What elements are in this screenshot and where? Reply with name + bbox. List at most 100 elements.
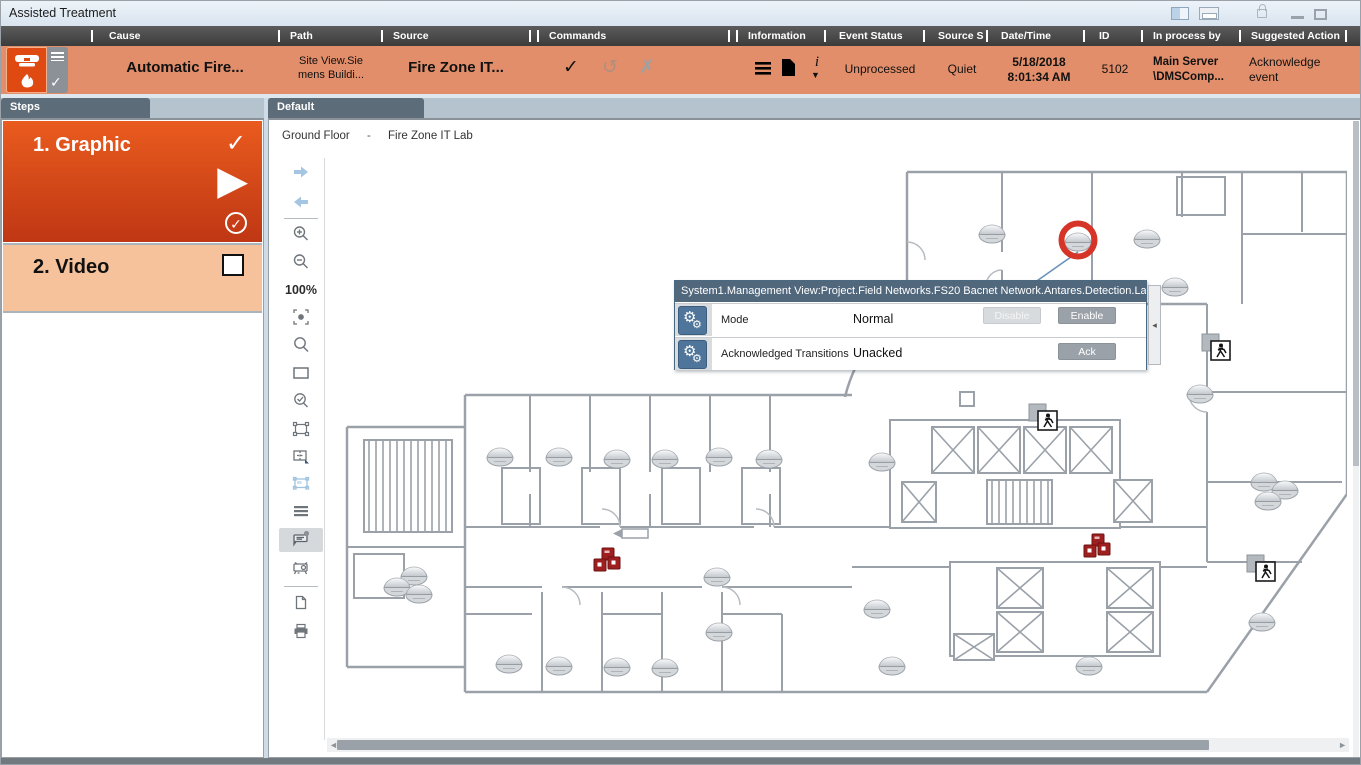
dock-layout-icon[interactable] xyxy=(1171,7,1189,20)
back-icon[interactable] xyxy=(279,193,323,217)
smoke-detector-icon[interactable] xyxy=(756,450,782,468)
smoke-detector-icon[interactable] xyxy=(652,450,678,468)
zoom-selection-icon[interactable] xyxy=(279,392,323,416)
viewport-icon[interactable] xyxy=(279,474,323,498)
property-icon-cell: ⚙ ⚙ xyxy=(675,338,712,370)
event-flags-strip: ✓ xyxy=(47,47,68,93)
info-dropdown-caret-icon[interactable]: ▼ xyxy=(811,70,820,80)
event-details-list-icon[interactable] xyxy=(755,62,771,75)
print-icon[interactable] xyxy=(279,622,323,646)
column-header-source-state[interactable]: Source S xyxy=(938,30,984,42)
acknowledge-command-icon[interactable]: ✓ xyxy=(563,56,579,79)
popup-collapse-arrow[interactable]: ◂ xyxy=(1148,285,1161,365)
smoke-detector-icon[interactable] xyxy=(604,658,630,676)
event-path[interactable]: Site View.Sie mens Buildi... xyxy=(281,54,381,82)
smoke-detector-icon[interactable] xyxy=(979,225,1005,243)
smoke-detector-icon[interactable] xyxy=(704,568,730,586)
event-list-header: Cause Path Source Commands Information E… xyxy=(1,26,1361,46)
smoke-detector-icon[interactable] xyxy=(496,655,522,673)
window-bottom-edge xyxy=(1,758,1361,765)
selection-handles-icon[interactable] xyxy=(279,420,323,444)
manual-call-point-icon[interactable] xyxy=(594,548,620,571)
manual-call-point-icon[interactable] xyxy=(1084,534,1110,557)
smoke-detector-icon[interactable] xyxy=(604,450,630,468)
scroll-right-icon[interactable]: ► xyxy=(1338,739,1347,751)
emergency-exit-icon[interactable] xyxy=(1247,555,1275,581)
view-rect-icon[interactable] xyxy=(279,364,323,388)
layers-icon[interactable] xyxy=(279,502,323,526)
lock-icon[interactable] xyxy=(1257,9,1267,18)
column-header-cause[interactable]: Cause xyxy=(109,30,141,42)
smoke-detector-icon[interactable] xyxy=(406,585,432,603)
forward-icon[interactable] xyxy=(279,163,323,187)
zoom-level-label[interactable]: 100% xyxy=(279,280,323,304)
horizontal-scroll-thumb[interactable] xyxy=(337,740,1209,750)
maximize-button[interactable] xyxy=(1314,9,1327,20)
event-datetime: 5/18/2018 8:01:34 AM xyxy=(993,55,1085,85)
assisted-treatment-window: Assisted Treatment Cause Path Source Com… xyxy=(0,0,1361,765)
floor-plan[interactable] xyxy=(327,160,1347,730)
minimize-button[interactable] xyxy=(1291,16,1304,19)
column-header-event-status[interactable]: Event Status xyxy=(839,30,903,42)
gear-icon[interactable]: ⚙ ⚙ xyxy=(678,306,707,335)
column-header-source[interactable]: Source xyxy=(393,30,429,42)
breadcrumb-separator: - xyxy=(367,130,371,142)
event-source[interactable]: Fire Zone IT... xyxy=(383,59,529,76)
event-row[interactable]: ✓ Automatic Fire... Site View.Sie mens B… xyxy=(1,46,1361,94)
smoke-detector-icon[interactable] xyxy=(1076,657,1102,675)
smoke-detector-icon[interactable] xyxy=(1187,385,1213,403)
steps-panel: 1. Graphic ✓ ▶ ✓ 2. Video xyxy=(1,118,264,758)
step-graphic[interactable]: 1. Graphic ✓ ▶ ✓ xyxy=(3,121,262,242)
event-check-icon: ✓ xyxy=(50,74,62,91)
column-header-information[interactable]: Information xyxy=(748,30,806,42)
fit-view-icon[interactable] xyxy=(279,308,323,332)
event-type-icon[interactable]: ✓ xyxy=(6,47,68,93)
smoke-detector-icon[interactable] xyxy=(652,659,678,677)
page-icon[interactable] xyxy=(279,593,323,617)
ack-button[interactable]: Ack xyxy=(1058,343,1116,360)
column-header-datetime[interactable]: Date/Time xyxy=(1001,30,1051,42)
smoke-detector-icon[interactable] xyxy=(869,453,895,471)
projector-icon[interactable] xyxy=(279,558,323,582)
column-header-in-process-by[interactable]: In process by xyxy=(1153,30,1221,42)
step-video[interactable]: 2. Video xyxy=(3,245,262,311)
smoke-detector-icon[interactable] xyxy=(864,600,890,618)
column-header-id[interactable]: ID xyxy=(1099,30,1110,42)
play-step-icon[interactable]: ▶ xyxy=(217,161,248,201)
info-icon[interactable]: i xyxy=(809,54,825,71)
column-header-suggested-action[interactable]: Suggested Action xyxy=(1251,30,1340,42)
smoke-detector-icon[interactable] xyxy=(1162,278,1188,296)
disable-button: Disable xyxy=(983,307,1041,324)
event-status: Unprocessed xyxy=(834,62,926,76)
smoke-detector-icon[interactable] xyxy=(1249,613,1275,631)
breadcrumb-item-zone[interactable]: Fire Zone IT Lab xyxy=(388,130,473,142)
smoke-detector-icon[interactable] xyxy=(706,623,732,641)
alarmed-smoke-detector-icon[interactable] xyxy=(1065,233,1091,251)
smoke-detector-icon[interactable] xyxy=(1255,492,1281,510)
smoke-detector-icon[interactable] xyxy=(1134,230,1160,248)
smoke-detector-icon[interactable] xyxy=(546,448,572,466)
event-cause[interactable]: Automatic Fire... xyxy=(91,59,279,76)
smoke-detector-icon[interactable] xyxy=(487,448,513,466)
smoke-detector-icon[interactable] xyxy=(706,448,732,466)
circled-check-icon[interactable]: ✓ xyxy=(225,212,247,234)
zoom-out-icon[interactable] xyxy=(279,253,323,277)
tab-steps[interactable]: Steps xyxy=(1,98,150,118)
popup-title[interactable]: System1.Management View:Project.Field Ne… xyxy=(675,281,1146,302)
comment-flag-icon[interactable] xyxy=(279,528,323,552)
smoke-detector-icon[interactable] xyxy=(879,657,905,675)
magnifier-icon[interactable] xyxy=(279,336,323,360)
smoke-detector-icon[interactable] xyxy=(546,657,572,675)
column-header-path[interactable]: Path xyxy=(290,30,313,42)
float-layout-icon[interactable] xyxy=(1199,7,1219,20)
column-header-commands[interactable]: Commands xyxy=(549,30,606,42)
vertical-scroll-thumb[interactable] xyxy=(1353,121,1359,466)
step-video-checkbox[interactable] xyxy=(222,254,244,276)
split-view-icon[interactable] xyxy=(279,447,323,471)
breadcrumb-item-floor[interactable]: Ground Floor xyxy=(282,130,350,142)
zoom-in-icon[interactable] xyxy=(279,225,323,249)
tab-default[interactable]: Default xyxy=(268,98,424,118)
event-document-icon[interactable] xyxy=(782,59,795,76)
gear-icon[interactable]: ⚙ ⚙ xyxy=(678,340,707,369)
enable-button[interactable]: Enable xyxy=(1058,307,1116,324)
